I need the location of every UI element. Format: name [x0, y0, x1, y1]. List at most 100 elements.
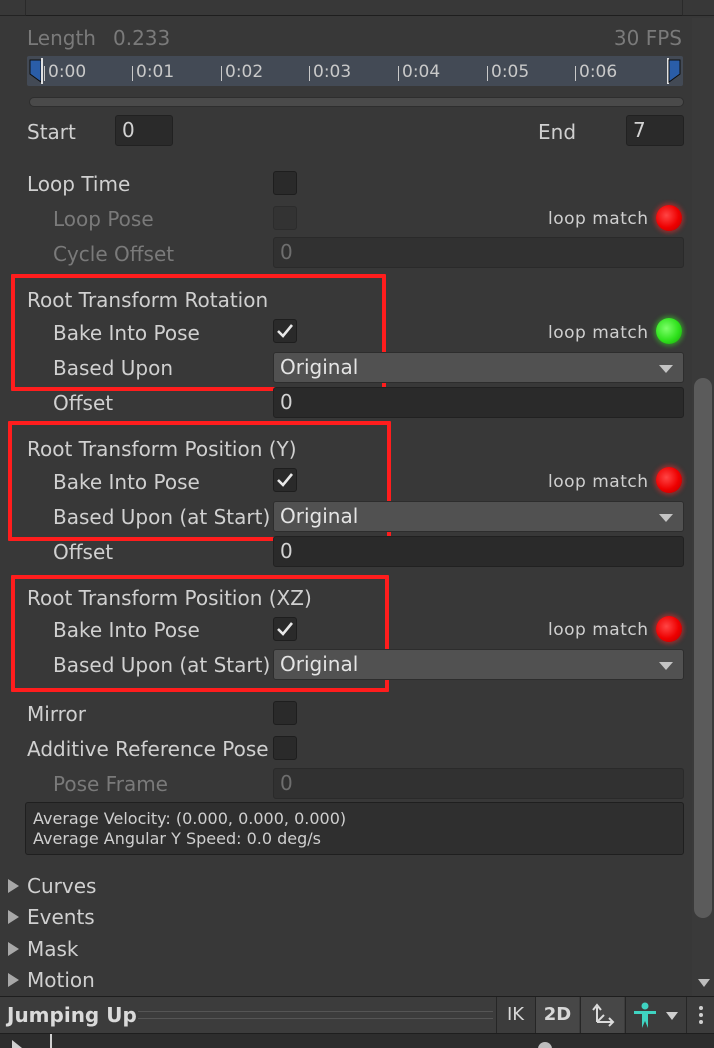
vertical-scrollbar-thumb[interactable]	[694, 378, 712, 918]
loop-match-label: loop match	[548, 620, 649, 640]
velocity-info-box: Average Velocity: (0.000, 0.000, 0.000) …	[25, 802, 684, 855]
triangle-right-icon	[8, 879, 19, 893]
start-field[interactable]: 0	[115, 115, 173, 146]
dropdown-value: Original	[280, 355, 359, 379]
pose-frame-label: Pose Frame	[53, 772, 168, 796]
triangle-right-icon	[8, 942, 19, 956]
clip-timeline[interactable]: 0:00 0:01 0:02 0:03 0:04 0:05 0:06	[27, 56, 683, 86]
drag-handle[interactable]	[138, 1011, 493, 1019]
triangle-right-icon	[8, 973, 19, 987]
root-rotation-offset-field[interactable]: 0	[273, 387, 684, 418]
root-position-y-based-upon-dropdown[interactable]: Original	[273, 501, 684, 532]
root-rotation-bake-label: Bake Into Pose	[53, 321, 200, 345]
length-value: 0.233	[113, 26, 171, 50]
timeline-tick: 0:00	[43, 62, 87, 82]
start-marker-icon[interactable]	[28, 58, 44, 84]
dropdown-value: Original	[280, 652, 359, 676]
fps-label: 30 FPS	[613, 26, 682, 50]
pivot-icon	[591, 1003, 614, 1027]
root-position-y-offset-label: Offset	[53, 540, 114, 564]
root-position-xz-based-upon-label: Based Upon (at Start)	[53, 653, 271, 677]
avatar-icon	[634, 1002, 656, 1028]
foldout-label: Motion	[27, 968, 95, 992]
root-position-y-bake-checkbox[interactable]	[273, 468, 297, 492]
loop-match-indicator	[656, 318, 682, 344]
kebab-menu-icon	[698, 1006, 703, 1024]
loop-match-indicator	[656, 616, 682, 642]
average-velocity-text: Average Velocity: (0.000, 0.000, 0.000)	[33, 809, 347, 828]
pivot-button[interactable]	[580, 997, 624, 1033]
cycle-offset-field[interactable]: 0	[273, 237, 684, 268]
inspector-top-bar	[0, 0, 714, 16]
loop-match-label: loop match	[548, 209, 649, 229]
end-marker-icon[interactable]	[666, 58, 682, 84]
foldout-label: Curves	[27, 874, 97, 898]
start-label: Start	[27, 120, 76, 144]
playhead[interactable]	[50, 1034, 52, 1048]
triangle-right-icon	[8, 910, 19, 924]
foldout-curves[interactable]: Curves	[0, 874, 680, 900]
end-field[interactable]: 7	[626, 115, 684, 146]
chevron-down-icon	[659, 514, 673, 522]
timeline-tick: 0:02	[220, 62, 264, 82]
ik-toggle-button[interactable]: IK	[496, 997, 534, 1033]
root-position-xz-title: Root Transform Position (XZ)	[27, 586, 312, 610]
timeline-scrollbar[interactable]	[29, 97, 684, 107]
loop-match-indicator	[656, 205, 682, 231]
root-rotation-title: Root Transform Rotation	[27, 288, 269, 312]
loop-pose-label: Loop Pose	[53, 207, 154, 231]
timeline-tick: 0:01	[131, 62, 175, 82]
root-position-xz-based-upon-dropdown[interactable]: Original	[273, 649, 684, 680]
mirror-checkbox[interactable]	[273, 701, 297, 725]
scroll-down-arrow-icon[interactable]	[698, 978, 710, 988]
timeline-tick: 0:06	[574, 62, 618, 82]
loop-match-label: loop match	[548, 323, 649, 343]
foldout-mask[interactable]: Mask	[0, 937, 680, 963]
end-label: End	[538, 120, 577, 144]
cycle-offset-label: Cycle Offset	[53, 242, 175, 266]
root-position-y-offset-field[interactable]: 0	[273, 536, 684, 567]
loop-time-checkbox[interactable]	[273, 171, 297, 195]
timeline-tick: 0:05	[486, 62, 530, 82]
preview-title: Jumping Up	[7, 1003, 137, 1027]
more-options-button[interactable]	[686, 997, 714, 1033]
speed-slider-knob[interactable]	[538, 1042, 552, 1048]
2d-toggle-button[interactable]: 2D	[535, 997, 579, 1033]
pose-frame-field[interactable]: 0	[273, 768, 684, 799]
root-rotation-based-upon-label: Based Upon	[53, 356, 173, 380]
loop-pose-checkbox[interactable]	[273, 206, 297, 230]
play-icon[interactable]	[12, 1040, 24, 1048]
root-position-xz-bake-label: Bake Into Pose	[53, 618, 200, 642]
foldout-events[interactable]: Events	[0, 905, 680, 931]
root-position-y-bake-label: Bake Into Pose	[53, 470, 200, 494]
avatar-dropdown-button[interactable]	[625, 997, 685, 1033]
checkmark-icon	[277, 473, 294, 487]
timeline-tick: 0:04	[397, 62, 441, 82]
foldout-motion[interactable]: Motion	[0, 968, 680, 994]
loop-match-indicator	[656, 467, 682, 493]
root-position-xz-bake-checkbox[interactable]	[273, 617, 297, 641]
dropdown-value: Original	[280, 504, 359, 528]
checkmark-icon	[277, 324, 294, 338]
root-position-y-based-upon-label: Based Upon (at Start)	[53, 505, 271, 529]
timeline-tick: 0:03	[308, 62, 352, 82]
chevron-down-icon	[666, 1012, 678, 1020]
preview-toolbar: Jumping Up IK 2D	[0, 996, 714, 1034]
loop-time-label: Loop Time	[27, 172, 131, 196]
root-rotation-offset-label: Offset	[53, 391, 114, 415]
preview-playback-strip	[0, 1034, 714, 1048]
chevron-down-icon	[659, 662, 673, 670]
root-position-y-title: Root Transform Position (Y)	[27, 437, 297, 461]
mirror-label: Mirror	[27, 702, 86, 726]
foldout-label: Events	[27, 905, 95, 929]
root-rotation-bake-checkbox[interactable]	[273, 319, 297, 343]
length-label: Length	[27, 26, 96, 50]
chevron-down-icon	[659, 365, 673, 373]
root-rotation-based-upon-dropdown[interactable]: Original	[273, 352, 684, 383]
additive-reference-pose-checkbox[interactable]	[273, 736, 297, 760]
average-angular-speed-text: Average Angular Y Speed: 0.0 deg/s	[33, 829, 321, 848]
foldout-label: Mask	[27, 937, 79, 961]
loop-match-label: loop match	[548, 472, 649, 492]
additive-reference-pose-label: Additive Reference Pose	[27, 737, 269, 761]
checkmark-icon	[277, 622, 294, 636]
